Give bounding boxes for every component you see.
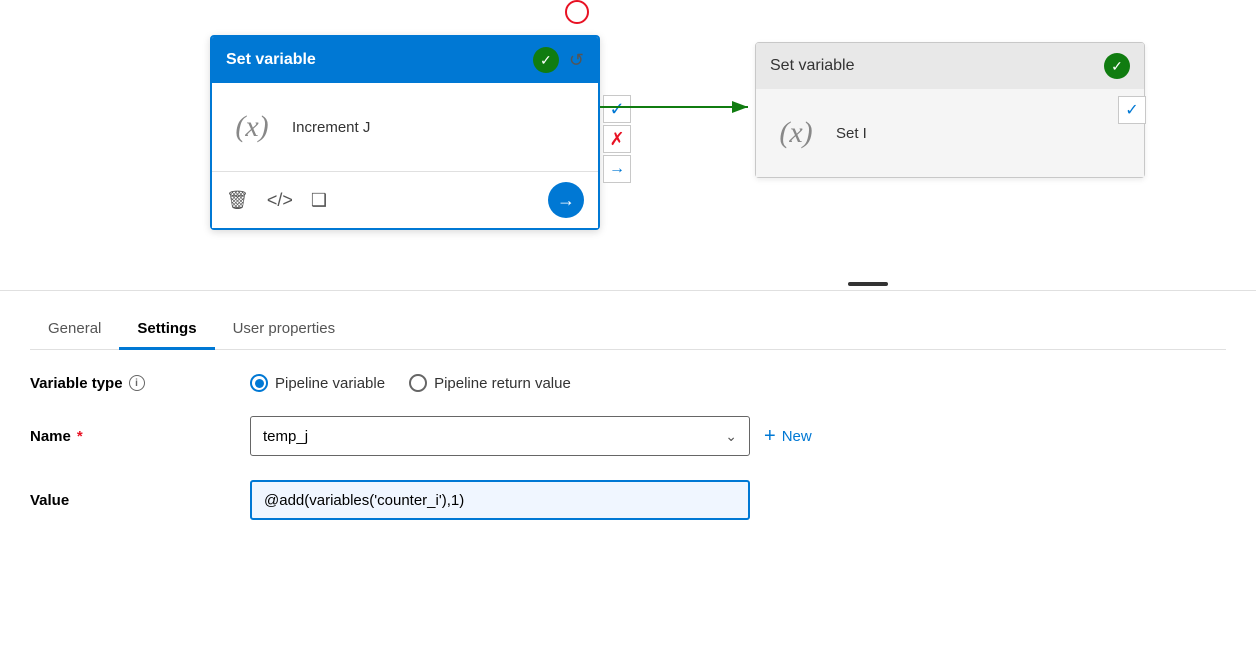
name-required: * (77, 428, 83, 445)
card-active-label: Increment J (292, 119, 370, 136)
value-input[interactable]: @add(variables('counter_i'),1) (250, 480, 750, 520)
card-active-footer: 🗑 </> ❑ → (212, 171, 598, 228)
name-label: Name * (30, 428, 250, 445)
delete-icon[interactable]: 🗑 (226, 190, 249, 211)
connector-arrow-blue[interactable]: → (603, 155, 631, 183)
card-active: Set variable ✓ ↺ (x) Increment J 🗑 </> ❑… (210, 35, 600, 230)
card-inactive-header: Set variable ✓ (756, 43, 1144, 89)
red-circle-connector[interactable] (565, 0, 589, 24)
card-active-body: (x) Increment J (212, 83, 598, 171)
tab-settings[interactable]: Settings (119, 310, 214, 350)
new-button[interactable]: + New (764, 425, 812, 448)
name-dropdown-container: temp_j ⌄ + New (250, 416, 812, 456)
variable-type-controls: Pipeline variable Pipeline return value (250, 374, 1226, 392)
connector-check-blue[interactable]: ✓ (603, 95, 631, 123)
radio-group: Pipeline variable Pipeline return value (250, 374, 571, 392)
math-x-icon-inactive: (x) (770, 107, 822, 159)
name-row: Name * temp_j ⌄ + New (30, 416, 1226, 456)
variable-type-label: Variable type i (30, 375, 250, 392)
chevron-down-icon: ⌄ (725, 428, 737, 445)
card-active-check: ✓ (533, 47, 559, 73)
inactive-card-side-check[interactable]: ✓ (1118, 96, 1146, 124)
value-row: Value @add(variables('counter_i'),1) (30, 480, 1226, 520)
card-active-title: Set variable (226, 51, 316, 69)
card-active-refresh-icon[interactable]: ↺ (569, 50, 584, 71)
card-inactive-title: Set variable (770, 57, 855, 75)
drag-handle[interactable] (848, 282, 888, 286)
tabs: General Settings User properties (30, 294, 1226, 350)
variable-type-row: Variable type i Pipeline variable Pipeli… (30, 374, 1226, 392)
tab-user-properties[interactable]: User properties (215, 310, 354, 350)
radio-pipeline-variable[interactable]: Pipeline variable (250, 374, 385, 392)
connector-check-red[interactable]: ✗ (603, 125, 631, 153)
info-icon[interactable]: i (129, 375, 145, 391)
value-label: Value (30, 492, 250, 509)
name-dropdown[interactable]: temp_j ⌄ (250, 416, 750, 456)
copy-icon[interactable]: ❑ (311, 190, 327, 211)
card-inactive-check: ✓ (1104, 53, 1130, 79)
arrow-btn[interactable]: → (548, 182, 584, 218)
canvas-area: Set variable ✓ ↺ (x) Increment J 🗑 </> ❑… (0, 0, 1256, 290)
card-active-toolbar: 🗑 </> ❑ (226, 190, 327, 211)
card-inactive: Set variable ✓ (x) Set I ✓ (755, 42, 1145, 178)
bottom-panel: General Settings User properties Variabl… (0, 294, 1256, 666)
code-icon[interactable]: </> (267, 190, 293, 211)
card-inactive-body: (x) Set I (756, 89, 1144, 177)
math-x-icon-active: (x) (226, 101, 278, 153)
panel-divider (0, 290, 1256, 291)
radio-pipeline-return-value[interactable]: Pipeline return value (409, 374, 571, 392)
card-active-header: Set variable ✓ ↺ (212, 37, 598, 83)
connector-buttons: ✓ ✗ → (603, 95, 631, 185)
tab-general[interactable]: General (30, 310, 119, 350)
card-inactive-label: Set I (836, 125, 867, 142)
